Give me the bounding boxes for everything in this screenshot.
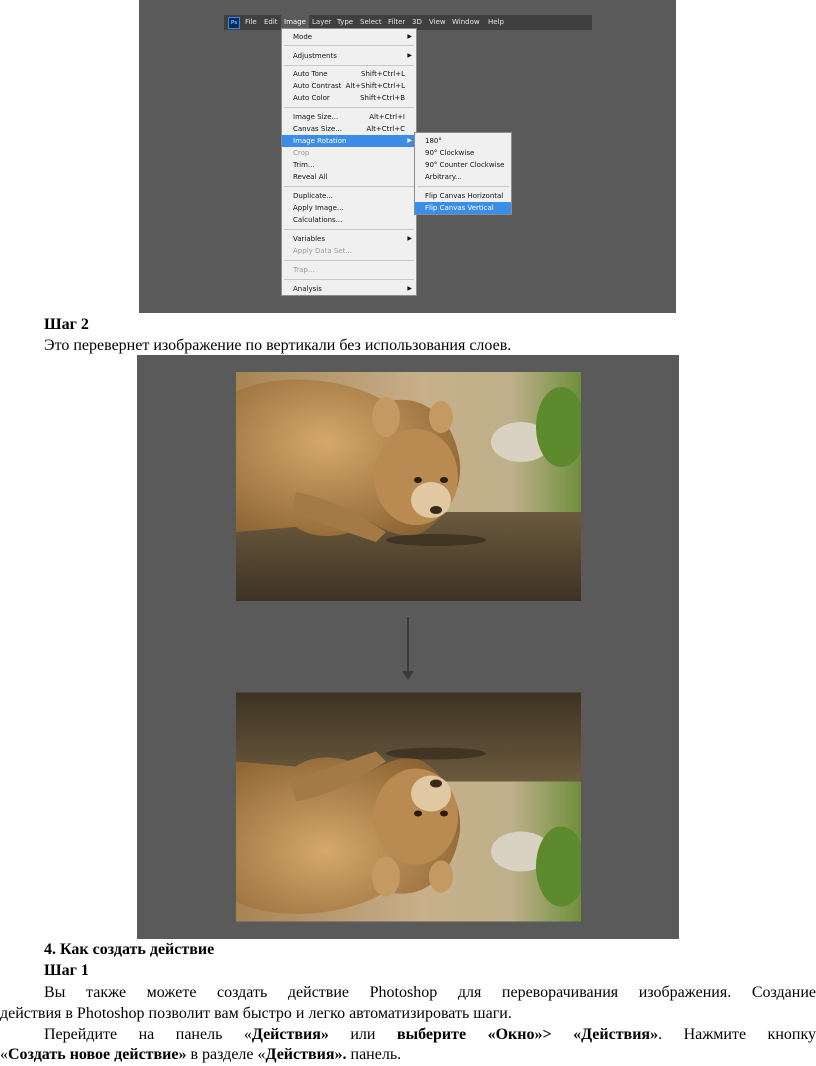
menu-item-label: Trim... bbox=[293, 161, 315, 169]
menu-item-label: Apply Image... bbox=[293, 204, 344, 212]
menu-separator bbox=[284, 279, 414, 280]
menu-item-label: 90° Counter Clockwise bbox=[425, 161, 505, 169]
submenu-arrow-icon: ▶ bbox=[407, 285, 412, 292]
menu-item-rotate-180[interactable]: 180° bbox=[415, 135, 511, 147]
section4-para1-line1: Вы также можете создать действие Photosh… bbox=[44, 984, 816, 1001]
section4-para1-line2: действия в Photoshop позволит вам быстро… bbox=[0, 1005, 512, 1022]
menu-shortcut: Alt+Ctrl+C bbox=[366, 125, 405, 133]
para2-actions-bold: Действия» bbox=[251, 1026, 329, 1043]
menu-item-flip-vertical[interactable]: Flip Canvas Vertical bbox=[415, 202, 511, 214]
menu-item-label: Flip Canvas Vertical bbox=[425, 204, 494, 212]
menu-item-label: Auto Contrast bbox=[293, 82, 342, 90]
menu-window[interactable]: Window bbox=[449, 15, 483, 30]
menu-item-label: Duplicate... bbox=[293, 192, 334, 200]
menu-item-canvas-size[interactable]: Canvas Size... Alt+Ctrl+C bbox=[282, 123, 416, 135]
menu-shortcut: Alt+Shift+Ctrl+L bbox=[345, 82, 405, 90]
menu-item-apply-data-set: Apply Data Set... bbox=[282, 245, 416, 257]
section4-heading: 4. Как создать действие bbox=[44, 941, 215, 958]
submenu-arrow-icon: ▶ bbox=[407, 33, 412, 40]
menu-item-auto-tone[interactable]: Auto Tone Shift+Ctrl+L bbox=[282, 68, 416, 80]
menu-item-label: 180° bbox=[425, 137, 442, 145]
menu-item-label: Variables bbox=[293, 235, 325, 243]
menu-shortcut: Shift+Ctrl+L bbox=[361, 70, 405, 78]
para3-text-a: « bbox=[0, 1046, 8, 1063]
image-rotation-submenu: 180° 90° Clockwise 90° Counter Clockwise… bbox=[414, 132, 512, 215]
photoshop-logo-icon: Ps bbox=[228, 17, 240, 29]
menu-separator bbox=[284, 65, 414, 66]
para2-window-actions-bold: выберите «Окно»> «Действия» bbox=[396, 1026, 659, 1043]
section4-para2-line1: Перейдите на панель «Действия» или выбер… bbox=[44, 1025, 816, 1045]
menu-item-image-size[interactable]: Image Size... Alt+Ctrl+I bbox=[282, 111, 416, 123]
lion-cub-flipped-photo bbox=[236, 692, 581, 922]
menu-file[interactable]: File bbox=[242, 15, 260, 30]
menu-item-auto-color[interactable]: Auto Color Shift+Ctrl+B bbox=[282, 92, 416, 104]
menu-item-label: Auto Color bbox=[293, 94, 330, 102]
menu-item-label: Reveal All bbox=[293, 173, 328, 181]
menu-item-image-rotation[interactable]: Image Rotation ▶ bbox=[282, 135, 416, 147]
menu-separator bbox=[284, 107, 414, 108]
submenu-arrow-icon: ▶ bbox=[407, 235, 412, 242]
menu-item-label: Calculations... bbox=[293, 216, 343, 224]
menu-item-label: Image Rotation bbox=[293, 137, 347, 145]
image-menu-dropdown: Mode ▶ Adjustments ▶ Auto Tone Shift+Ctrl+L… bbox=[281, 28, 417, 296]
para3-create-action-bold: Создать новое действие» bbox=[8, 1046, 187, 1063]
step2-text: Это перевернет изображение по вертикали … bbox=[44, 337, 512, 354]
menu-item-label: Flip Canvas Horizontal bbox=[425, 192, 504, 200]
menu-item-calculations[interactable]: Calculations... bbox=[282, 214, 416, 226]
menu-separator bbox=[284, 260, 414, 261]
menu-separator bbox=[284, 45, 414, 46]
menu-item-variables[interactable]: Variables ▶ bbox=[282, 233, 416, 245]
menu-item-label: Adjustments bbox=[293, 52, 337, 60]
menu-item-mode[interactable]: Mode ▶ bbox=[282, 31, 416, 43]
para2-text-e: . Нажмите кнопку bbox=[658, 1026, 816, 1043]
menu-item-trap: Trap... bbox=[282, 264, 416, 276]
submenu-arrow-icon: ▶ bbox=[407, 52, 412, 59]
submenu-arrow-icon: ▶ bbox=[407, 137, 412, 144]
menu-item-adjustments[interactable]: Adjustments ▶ bbox=[282, 50, 416, 62]
menu-item-analysis[interactable]: Analysis ▶ bbox=[282, 283, 416, 295]
menu-item-label: Auto Tone bbox=[293, 70, 328, 78]
para3-text-c: в разделе « bbox=[186, 1046, 266, 1063]
lion-cub-flipped-image bbox=[236, 692, 581, 922]
arrow-head-icon bbox=[402, 671, 414, 680]
menu-item-arbitrary[interactable]: Arbitrary... bbox=[415, 171, 511, 183]
para3-actions-bold: Действия». bbox=[265, 1046, 347, 1063]
menu-item-rotate-90-ccw[interactable]: 90° Counter Clockwise bbox=[415, 159, 511, 171]
lion-cub-original-image bbox=[236, 372, 581, 601]
menu-item-label: Image Size... bbox=[293, 113, 339, 121]
menu-edit[interactable]: Edit bbox=[261, 15, 281, 30]
lion-cub-original-photo bbox=[236, 372, 581, 601]
menu-view[interactable]: View bbox=[426, 15, 449, 30]
menu-separator bbox=[284, 186, 414, 187]
para3-text-e: панель. bbox=[346, 1046, 402, 1063]
para2-text-c: или bbox=[328, 1026, 397, 1043]
menu-item-label: Apply Data Set... bbox=[293, 247, 353, 255]
flip-comparison-screenshot bbox=[137, 355, 679, 939]
menu-item-flip-horizontal[interactable]: Flip Canvas Horizontal bbox=[415, 190, 511, 202]
section4-para2-line2: «Создать новое действие» в разделе «Дейс… bbox=[0, 1045, 401, 1065]
para2-text-a: Перейдите на панель « bbox=[44, 1026, 252, 1043]
menu-item-label: Crop bbox=[293, 149, 310, 157]
menu-item-duplicate[interactable]: Duplicate... bbox=[282, 190, 416, 202]
menu-item-label: Trap... bbox=[293, 266, 315, 274]
menu-shortcut: Shift+Ctrl+B bbox=[360, 94, 405, 102]
menu-item-trim[interactable]: Trim... bbox=[282, 159, 416, 171]
step2-heading: Шаг 2 bbox=[44, 316, 89, 333]
menu-help[interactable]: Help bbox=[485, 15, 507, 30]
menu-separator bbox=[417, 186, 509, 187]
menu-shortcut: Alt+Ctrl+I bbox=[369, 113, 405, 121]
menu-item-rotate-90-cw[interactable]: 90° Clockwise bbox=[415, 147, 511, 159]
menu-item-label: Canvas Size... bbox=[293, 125, 342, 133]
arrow-down-icon bbox=[407, 617, 409, 675]
menu-item-label: Analysis bbox=[293, 285, 322, 293]
menu-item-crop: Crop bbox=[282, 147, 416, 159]
menu-item-label: Mode bbox=[293, 33, 313, 41]
menu-item-reveal-all[interactable]: Reveal All bbox=[282, 171, 416, 183]
section4-step1-heading: Шаг 1 bbox=[44, 962, 89, 979]
menu-item-apply-image[interactable]: Apply Image... bbox=[282, 202, 416, 214]
menu-item-label: 90° Clockwise bbox=[425, 149, 475, 157]
menu-item-auto-contrast[interactable]: Auto Contrast Alt+Shift+Ctrl+L bbox=[282, 80, 416, 92]
menu-item-label: Arbitrary... bbox=[425, 173, 462, 181]
menu-separator bbox=[284, 229, 414, 230]
